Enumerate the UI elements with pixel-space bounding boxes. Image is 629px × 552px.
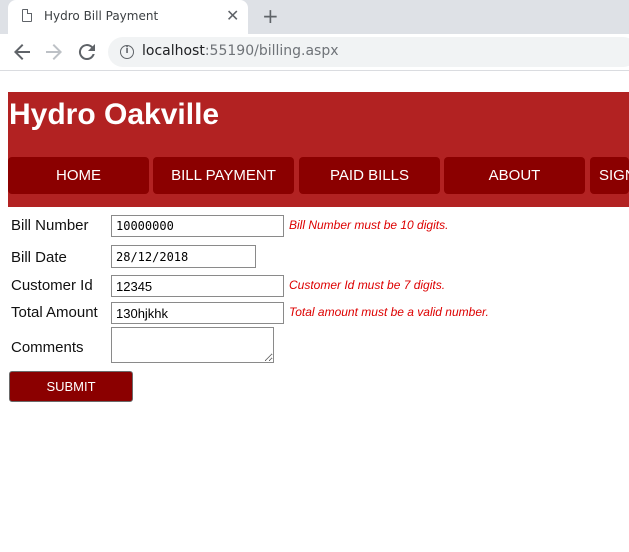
bill-number-input[interactable] bbox=[111, 215, 284, 237]
back-arrow-icon[interactable] bbox=[10, 40, 34, 64]
address-bar[interactable]: i localhost:55190/billing.aspx bbox=[108, 37, 629, 67]
total-amount-label: Total Amount bbox=[11, 304, 98, 321]
close-icon[interactable]: ✕ bbox=[226, 7, 239, 25]
info-icon[interactable]: i bbox=[120, 45, 134, 59]
site-header: Hydro Oakville HOME BILL PAYMENT PAID BI… bbox=[8, 92, 629, 207]
customer-id-error: Customer Id must be 7 digits. bbox=[289, 278, 446, 292]
page-icon bbox=[22, 9, 32, 22]
total-amount-error: Total amount must be a valid number. bbox=[289, 305, 489, 319]
nav-home[interactable]: HOME bbox=[8, 157, 149, 194]
new-tab-icon[interactable]: + bbox=[262, 5, 279, 27]
comments-textarea[interactable] bbox=[111, 327, 274, 363]
submit-button[interactable]: SUBMIT bbox=[9, 371, 133, 402]
bill-number-error: Bill Number must be 10 digits. bbox=[289, 218, 449, 232]
tab-title: Hydro Bill Payment bbox=[44, 9, 159, 23]
browser-tabstrip: Hydro Bill Payment ✕ + bbox=[0, 0, 629, 34]
site-title: Hydro Oakville bbox=[9, 98, 220, 131]
browser-tab[interactable]: Hydro Bill Payment ✕ bbox=[8, 0, 248, 34]
nav-sign[interactable]: SIGN bbox=[590, 157, 629, 194]
url-text: localhost:55190/billing.aspx bbox=[142, 43, 339, 59]
reload-icon[interactable] bbox=[75, 40, 99, 64]
total-amount-input[interactable] bbox=[111, 302, 284, 324]
bill-date-label: Bill Date bbox=[11, 249, 67, 266]
customer-id-label: Customer Id bbox=[11, 277, 93, 294]
bill-number-label: Bill Number bbox=[11, 217, 89, 234]
nav-about[interactable]: ABOUT bbox=[444, 157, 585, 194]
nav-paid-bills[interactable]: PAID BILLS bbox=[299, 157, 440, 194]
nav-bill-payment[interactable]: BILL PAYMENT bbox=[153, 157, 294, 194]
browser-toolbar: i localhost:55190/billing.aspx bbox=[0, 34, 629, 71]
bill-date-input[interactable] bbox=[111, 245, 256, 268]
comments-label: Comments bbox=[11, 339, 84, 356]
customer-id-input[interactable] bbox=[111, 275, 284, 297]
forward-arrow-icon[interactable] bbox=[42, 40, 66, 64]
